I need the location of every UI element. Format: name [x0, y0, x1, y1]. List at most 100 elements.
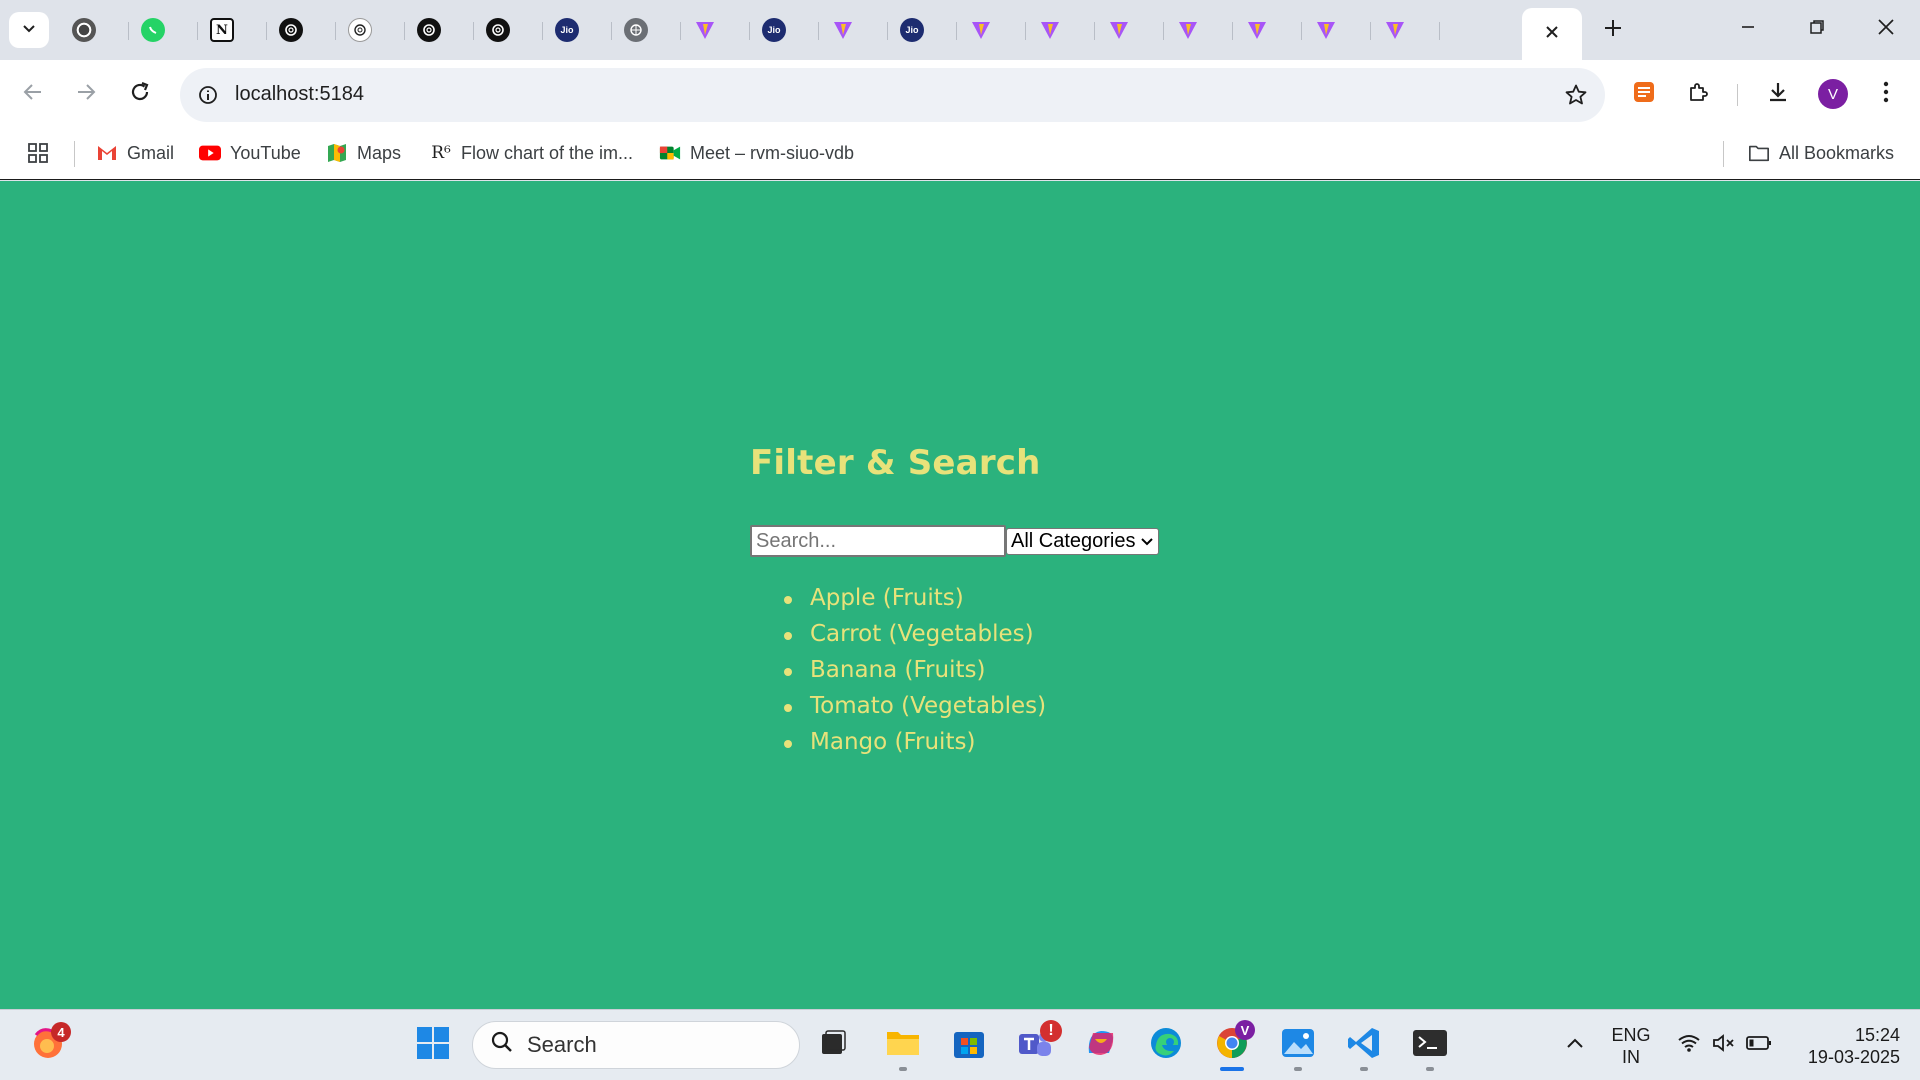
- browser-tab[interactable]: Jio: [543, 8, 612, 52]
- copilot-button[interactable]: [1080, 1024, 1122, 1066]
- active-tab[interactable]: [1522, 8, 1582, 60]
- browser-tab[interactable]: [1095, 8, 1164, 52]
- vscode-button[interactable]: [1343, 1024, 1385, 1066]
- browser-menu-button[interactable]: [1866, 74, 1906, 114]
- browser-tab[interactable]: [267, 8, 336, 52]
- filter-search-app: Filter & Search All Categories Apple (Fr…: [750, 443, 1159, 755]
- address-bar[interactable]: localhost:5184: [180, 68, 1605, 122]
- browser-tab[interactable]: [819, 8, 888, 52]
- browser-tab[interactable]: [129, 8, 198, 52]
- all-bookmarks-button[interactable]: All Bookmarks: [1748, 140, 1894, 166]
- bookmark-flow-chart[interactable]: R⁶ Flow chart of the im...: [430, 140, 633, 166]
- search-input[interactable]: [750, 525, 1006, 557]
- windows-taskbar: 4 Search ! V ENG IN 15:24 19-03-2025: [0, 1009, 1920, 1080]
- list-item: Apple (Fruits): [784, 585, 1184, 621]
- page-title: Filter & Search: [750, 443, 1041, 483]
- bookmark-meet[interactable]: Meet – rvm-siuo-vdb: [659, 140, 854, 166]
- bookmark-label: Gmail: [127, 142, 175, 163]
- url-text[interactable]: localhost:5184: [235, 83, 364, 106]
- browser-tab[interactable]: [336, 8, 405, 52]
- forward-button[interactable]: [66, 74, 106, 114]
- bookmark-star-icon[interactable]: [1561, 80, 1591, 110]
- start-button[interactable]: [412, 1024, 454, 1066]
- browser-tab[interactable]: N: [198, 8, 267, 52]
- browser-tab[interactable]: [1233, 8, 1302, 52]
- list-item: Tomato (Vegetables): [784, 693, 1184, 729]
- browser-tab[interactable]: [1302, 8, 1371, 52]
- filter-controls: All Categories: [750, 525, 1170, 557]
- bookmark-gmail[interactable]: Gmail: [96, 140, 174, 166]
- firefox-taskbar-button[interactable]: 4: [27, 1022, 71, 1066]
- task-view-icon: [818, 1028, 848, 1063]
- browser-tab[interactable]: [681, 8, 750, 52]
- profile-badge: V: [1235, 1020, 1255, 1040]
- bookmarks-bar: Gmail YouTube Maps R⁶ Flow chart of the …: [0, 128, 1920, 180]
- show-hidden-icons-button[interactable]: [1554, 1024, 1596, 1066]
- region-code: IN: [1622, 1047, 1640, 1067]
- terminal-button[interactable]: [1409, 1024, 1451, 1066]
- browser-tab[interactable]: Jio: [888, 8, 957, 52]
- vite-icon: [831, 18, 855, 42]
- reload-button[interactable]: [120, 74, 160, 114]
- edge-button[interactable]: [1145, 1024, 1187, 1066]
- bookmark-label: Maps: [357, 142, 402, 163]
- extensions-menu-button[interactable]: [1679, 74, 1719, 114]
- photos-button[interactable]: [1277, 1024, 1319, 1066]
- battery-icon: [1746, 1035, 1772, 1056]
- arrow-right-icon: [75, 81, 97, 108]
- notification-badge: 4: [51, 1022, 71, 1042]
- bookmark-label: Meet – rvm-siuo-vdb: [690, 142, 855, 163]
- task-view-button[interactable]: [812, 1024, 854, 1066]
- back-button[interactable]: [13, 74, 53, 114]
- bookmark-maps[interactable]: Maps: [326, 140, 401, 166]
- browser-tab[interactable]: [957, 8, 1026, 52]
- tab-search-button[interactable]: [9, 12, 49, 48]
- close-window-button[interactable]: [1851, 0, 1920, 58]
- store-icon: [952, 1026, 986, 1065]
- new-tab-button[interactable]: [1595, 12, 1631, 48]
- battery-button[interactable]: [1738, 1024, 1780, 1066]
- browser-tab[interactable]: [60, 8, 129, 52]
- reload-icon: [129, 81, 151, 108]
- running-indicator: [1426, 1067, 1434, 1071]
- browser-tab[interactable]: [612, 8, 681, 52]
- store-button[interactable]: [948, 1024, 990, 1066]
- taskbar-search-label: Search: [527, 1032, 597, 1057]
- bookmarks-divider: [74, 141, 75, 167]
- jio-icon: Jio: [900, 18, 924, 42]
- chrome-taskbar-button[interactable]: V: [1211, 1020, 1255, 1066]
- globe-icon: [624, 18, 648, 42]
- downloads-button[interactable]: [1758, 74, 1798, 114]
- browser-tab[interactable]: [1371, 8, 1440, 52]
- minimize-button[interactable]: [1713, 0, 1782, 58]
- bookmark-label: Flow chart of the im...: [461, 142, 634, 163]
- chevron-down-icon: [21, 20, 37, 41]
- gmail-icon: [96, 142, 118, 164]
- browser-tab[interactable]: [1026, 8, 1095, 52]
- browser-toolbar: localhost:5184 V: [0, 60, 1920, 128]
- browser-tab[interactable]: Jio: [750, 8, 819, 52]
- bookmark-youtube[interactable]: YouTube: [199, 140, 301, 166]
- close-tab-icon[interactable]: [1544, 24, 1560, 45]
- category-select[interactable]: All Categories: [1006, 527, 1159, 555]
- restore-button[interactable]: [1782, 0, 1851, 58]
- site-info-icon[interactable]: [194, 81, 222, 109]
- puzzle-icon: [1687, 80, 1711, 109]
- extension-button[interactable]: [1624, 74, 1664, 114]
- meet-icon: [659, 142, 681, 164]
- active-app-indicator: [1220, 1067, 1244, 1071]
- language-indicator[interactable]: ENG IN: [1606, 1024, 1656, 1068]
- apps-button[interactable]: [27, 140, 49, 166]
- browser-tab[interactable]: [405, 8, 474, 52]
- list-item: Mango (Fruits): [784, 729, 1184, 765]
- file-explorer-button[interactable]: [882, 1024, 924, 1066]
- browser-tab[interactable]: [474, 8, 543, 52]
- running-indicator: [1360, 1067, 1368, 1071]
- search-icon: [491, 1031, 513, 1059]
- taskbar-search-box[interactable]: Search: [472, 1021, 800, 1069]
- teams-button[interactable]: !: [1014, 1020, 1062, 1066]
- clock[interactable]: 15:24 19-03-2025: [1790, 1024, 1900, 1068]
- profile-button[interactable]: V: [1813, 74, 1853, 114]
- openai-outline-icon: [348, 18, 372, 42]
- browser-tab[interactable]: [1164, 8, 1233, 52]
